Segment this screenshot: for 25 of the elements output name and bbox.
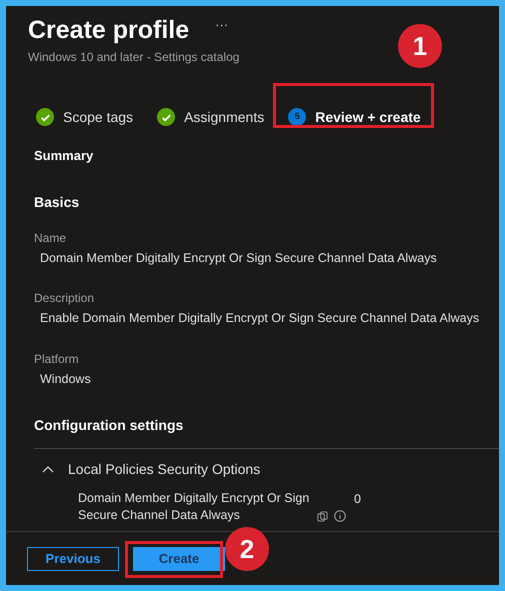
field-label: Name	[33, 230, 68, 246]
wizard-step[interactable]: 5 Review + create	[288, 106, 421, 128]
field-value: Windows	[39, 371, 92, 388]
section-heading: Basics	[33, 192, 80, 212]
copy-icon	[317, 510, 328, 522]
check-icon	[36, 108, 54, 126]
section-heading: Configuration settings	[33, 416, 184, 435]
field-label: Platform	[33, 351, 80, 368]
step-number: 5	[288, 108, 306, 126]
field-value: Domain Member Digitally Encrypt Or Sign Secure Channel Data Always	[39, 250, 438, 267]
page-title: Create profile	[28, 15, 190, 46]
footer-button[interactable]: Previous	[27, 546, 119, 570]
group-header[interactable]: Local Policies Security Options	[28, 458, 499, 480]
section-heading: Summary	[33, 147, 94, 165]
field-value: Enable Domain Member Digitally Encrypt Or Sign Secure Channel Data Always	[39, 310, 480, 328]
footer-button[interactable]: Create	[133, 546, 225, 570]
setting-value: 0	[354, 490, 361, 508]
field-label: Description	[33, 290, 96, 308]
wizard-step[interactable]: Scope tags	[36, 106, 134, 128]
check-icon	[157, 108, 176, 126]
setting-name: Domain Member Digitally Encrypt Or Sign Secure Channel Data Always	[78, 490, 310, 524]
wizard-step[interactable]: Assignments	[157, 106, 264, 128]
more-button[interactable]: ···	[215, 14, 228, 46]
info-icon	[334, 510, 346, 522]
page-subtitle: Windows 10 and later - Settings catalog	[28, 49, 240, 66]
